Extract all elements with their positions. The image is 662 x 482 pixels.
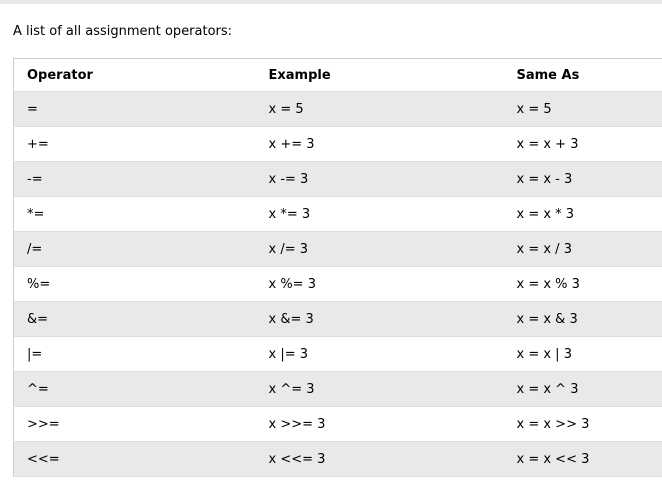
- example-cell: x += 3: [255, 126, 504, 162]
- table-row: /= x /= 3 x = x / 3: [13, 231, 662, 267]
- operator-cell: /=: [13, 231, 256, 267]
- table-header-row: Operator Example Same As: [13, 58, 662, 92]
- operator-cell: >>=: [13, 406, 256, 442]
- example-cell: x &= 3: [255, 301, 504, 337]
- operator-cell: |=: [13, 336, 256, 372]
- same-as-cell: x = x - 3: [503, 161, 662, 197]
- table-row: += x += 3 x = x + 3: [13, 126, 662, 162]
- example-cell: x /= 3: [255, 231, 504, 267]
- same-as-cell: x = x >> 3: [503, 406, 662, 442]
- example-cell: x = 5: [255, 91, 504, 127]
- header-operator: Operator: [13, 58, 256, 92]
- assignment-operators-table: Operator Example Same As = x = 5 x = 5 +…: [13, 58, 662, 477]
- operator-cell: -=: [13, 161, 256, 197]
- operator-cell: =: [13, 91, 256, 127]
- operator-cell: +=: [13, 126, 256, 162]
- header-same-as: Same As: [503, 58, 662, 92]
- intro-text: A list of all assignment operators:: [13, 24, 233, 39]
- operator-cell: *=: [13, 196, 256, 232]
- example-cell: x |= 3: [255, 336, 504, 372]
- operator-cell: &=: [13, 301, 256, 337]
- same-as-cell: x = x % 3: [503, 266, 662, 302]
- table-row: ^= x ^= 3 x = x ^ 3: [13, 371, 662, 407]
- table-row: *= x *= 3 x = x * 3: [13, 196, 662, 232]
- operator-cell: <<=: [13, 441, 256, 477]
- same-as-cell: x = x << 3: [503, 441, 662, 477]
- example-cell: x ^= 3: [255, 371, 504, 407]
- same-as-cell: x = x * 3: [503, 196, 662, 232]
- header-example: Example: [255, 58, 504, 92]
- table-row: -= x -= 3 x = x - 3: [13, 161, 662, 197]
- table-row: |= x |= 3 x = x | 3: [13, 336, 662, 372]
- same-as-cell: x = x + 3: [503, 126, 662, 162]
- table-row: <<= x <<= 3 x = x << 3: [13, 441, 662, 477]
- same-as-cell: x = x | 3: [503, 336, 662, 372]
- same-as-cell: x = 5: [503, 91, 662, 127]
- same-as-cell: x = x / 3: [503, 231, 662, 267]
- example-cell: x %= 3: [255, 266, 504, 302]
- same-as-cell: x = x & 3: [503, 301, 662, 337]
- example-cell: x *= 3: [255, 196, 504, 232]
- table-row: = x = 5 x = 5: [13, 91, 662, 127]
- operator-cell: ^=: [13, 371, 256, 407]
- same-as-cell: x = x ^ 3: [503, 371, 662, 407]
- example-cell: x >>= 3: [255, 406, 504, 442]
- example-cell: x -= 3: [255, 161, 504, 197]
- table-row: %= x %= 3 x = x % 3: [13, 266, 662, 302]
- example-cell: x <<= 3: [255, 441, 504, 477]
- table-row: >>= x >>= 3 x = x >> 3: [13, 406, 662, 442]
- table-row: &= x &= 3 x = x & 3: [13, 301, 662, 337]
- operator-cell: %=: [13, 266, 256, 302]
- top-divider-bar: [0, 0, 662, 4]
